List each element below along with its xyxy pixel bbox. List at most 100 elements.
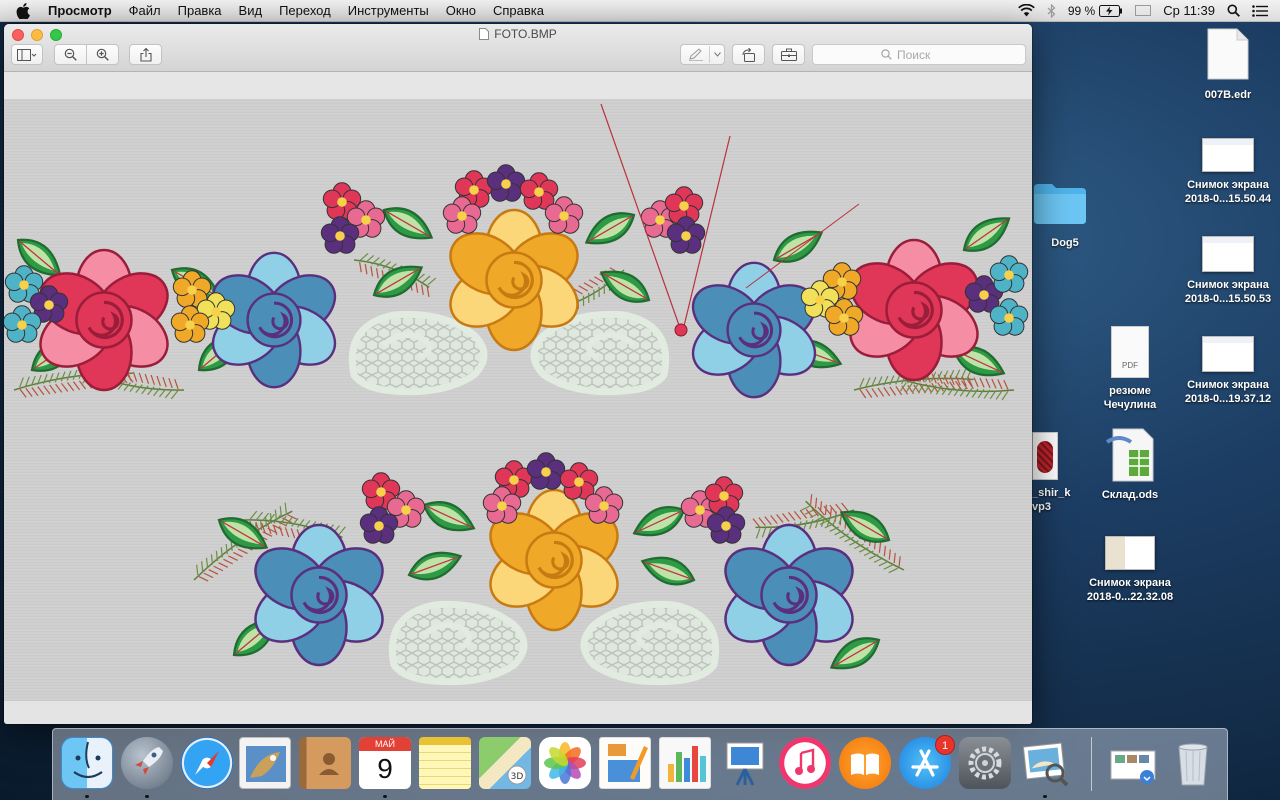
- embroidered-leaf: [422, 501, 476, 532]
- sidebar-toggle-button[interactable]: [11, 44, 43, 65]
- desktop-icon-label: Dog5: [1051, 237, 1079, 249]
- menu-app-name[interactable]: Просмотр: [48, 3, 112, 18]
- toolbox-button[interactable]: [772, 44, 805, 65]
- dock-app-store-icon[interactable]: 1: [899, 735, 955, 789]
- spreadsheet-icon: [1105, 428, 1154, 482]
- dock-mail-icon[interactable]: [239, 737, 291, 789]
- embroidered-rose: [724, 523, 854, 667]
- desktop-icon-007b[interactable]: 007B.edr: [1186, 28, 1270, 102]
- desktop-icon-shir-vp3[interactable]: _shir_k vp3: [1032, 432, 1080, 514]
- folder-icon: [1034, 184, 1086, 224]
- desktop-icon-label: 007B.edr: [1204, 89, 1252, 101]
- desktop-icon-label: резюме: [1109, 385, 1151, 397]
- calendar-month: МАЙ: [359, 737, 411, 751]
- embroidered-leaf: [632, 506, 686, 537]
- embroidered-lace-scroll: [348, 310, 488, 396]
- dock-system-preferences-icon[interactable]: [959, 737, 1011, 789]
- desktop-icon-label: Чечулина: [1103, 399, 1157, 411]
- dock-downloads-stack-icon[interactable]: [1107, 737, 1159, 789]
- share-button[interactable]: [129, 44, 162, 65]
- app-store-badge: 1: [935, 735, 955, 755]
- embroidered-leaf: [962, 217, 1011, 252]
- dock-photos-icon[interactable]: [539, 737, 591, 789]
- desktop-icon-label: 2018-0...19.37.12: [1184, 393, 1272, 405]
- desktop-icon-label: 2018-0...22.32.08: [1086, 591, 1174, 603]
- embroidered-small-flower: [486, 164, 526, 202]
- chevron-down-icon: [714, 52, 721, 57]
- dock-launchpad-icon[interactable]: [121, 737, 173, 789]
- bitmap-file-icon: [479, 28, 490, 40]
- dock-pages-icon[interactable]: [599, 737, 651, 789]
- input-source-flag-icon[interactable]: [1135, 5, 1152, 16]
- dock-calendar-icon[interactable]: МАЙ 9: [359, 737, 411, 789]
- desktop-icon-screenshot-3[interactable]: Снимок экрана 2018-0...19.37.12: [1176, 336, 1280, 406]
- dock-maps-icon[interactable]: 3D: [479, 737, 531, 789]
- menu-tools[interactable]: Инструменты: [348, 3, 429, 18]
- sidebar-icon: [17, 48, 37, 61]
- desktop-icon-screenshot-2[interactable]: Снимок экрана 2018-0...15.50.53: [1176, 236, 1280, 306]
- menu-view[interactable]: Вид: [239, 3, 263, 18]
- running-indicator: [145, 795, 149, 798]
- window-bottom-bar: [4, 700, 1032, 724]
- window-title-text: FOTO.BMP: [494, 27, 557, 41]
- image-canvas[interactable]: [4, 100, 1032, 700]
- desktop-icon-label: Снимок экрана: [1089, 577, 1171, 589]
- dock-notes-icon[interactable]: [419, 737, 471, 789]
- embroidered-lace-scroll: [580, 600, 720, 686]
- pen-icon: [689, 48, 703, 61]
- zoom-out-icon: [64, 48, 77, 61]
- desktop-icon-sklad-ods[interactable]: Склад.ods: [1092, 428, 1168, 502]
- desktop-icon-resume-pdf[interactable]: PDF резюме Чечулина: [1090, 326, 1170, 412]
- desktop-icon-screenshot-1[interactable]: Снимок экрана 2018-0...15.50.44: [1176, 138, 1280, 206]
- notification-center-icon[interactable]: [1252, 4, 1268, 17]
- embroidered-leaf: [772, 230, 824, 263]
- rotate-button[interactable]: [732, 44, 765, 65]
- running-indicator: [85, 795, 89, 798]
- desktop-icon-label: Снимок экрана: [1187, 179, 1269, 191]
- dock-numbers-icon[interactable]: [659, 737, 711, 789]
- dock-contacts-icon[interactable]: [299, 737, 351, 789]
- screenshot-thumbnail: [1202, 236, 1254, 272]
- dock-trash-icon[interactable]: [1167, 737, 1219, 789]
- desktop-icon-label: Склад.ods: [1101, 489, 1159, 501]
- menu-help[interactable]: Справка: [493, 3, 544, 18]
- bluetooth-icon[interactable]: [1047, 3, 1056, 18]
- window-subtoolbar: [4, 72, 1032, 100]
- embroidered-small-flower: [526, 452, 566, 490]
- desktop-icon-dog5[interactable]: Dog5: [1024, 180, 1096, 250]
- menu-window[interactable]: Окно: [446, 3, 476, 18]
- battery-percent[interactable]: 99 %: [1068, 4, 1095, 18]
- search-input[interactable]: [897, 47, 957, 62]
- battery-icon[interactable]: [1099, 4, 1123, 17]
- window-title: FOTO.BMP: [4, 27, 1032, 41]
- running-indicator: [1043, 795, 1047, 798]
- embroidered-leaf: [839, 510, 891, 543]
- document-icon: [1207, 28, 1249, 80]
- toolbox-icon: [780, 48, 797, 61]
- screenshot-thumbnail: [1105, 536, 1155, 570]
- dock-safari-icon[interactable]: [181, 737, 233, 789]
- embroidered-lace-scroll: [388, 600, 528, 686]
- dock-keynote-icon[interactable]: [719, 737, 771, 789]
- apple-menu-icon[interactable]: [16, 2, 34, 19]
- desktop-icon-label: 2018-0...15.50.44: [1184, 193, 1272, 205]
- dock-ibooks-icon[interactable]: [839, 737, 891, 789]
- dock-preview-icon[interactable]: [1019, 737, 1071, 789]
- menu-file[interactable]: Файл: [129, 3, 161, 18]
- wifi-icon[interactable]: [1018, 4, 1035, 17]
- search-icon: [881, 49, 892, 60]
- markup-pen-button[interactable]: [680, 44, 725, 65]
- menu-go[interactable]: Переход: [279, 3, 331, 18]
- menu-edit[interactable]: Правка: [178, 3, 222, 18]
- search-field[interactable]: [812, 44, 1026, 65]
- desktop-icon-label: 2018-0...15.50.53: [1184, 293, 1272, 305]
- embroidered-leaf: [382, 207, 434, 240]
- zoom-out-button[interactable]: [54, 44, 87, 65]
- desktop-icon-screenshot-4[interactable]: Снимок экрана 2018-0...22.32.08: [1078, 536, 1182, 604]
- dock-itunes-icon[interactable]: [779, 737, 831, 789]
- clock[interactable]: Ср 11:39: [1163, 3, 1215, 18]
- calendar-day: 9: [377, 753, 393, 784]
- zoom-in-button[interactable]: [86, 44, 119, 65]
- spotlight-icon[interactable]: [1227, 4, 1240, 17]
- dock-finder-icon[interactable]: [61, 737, 113, 789]
